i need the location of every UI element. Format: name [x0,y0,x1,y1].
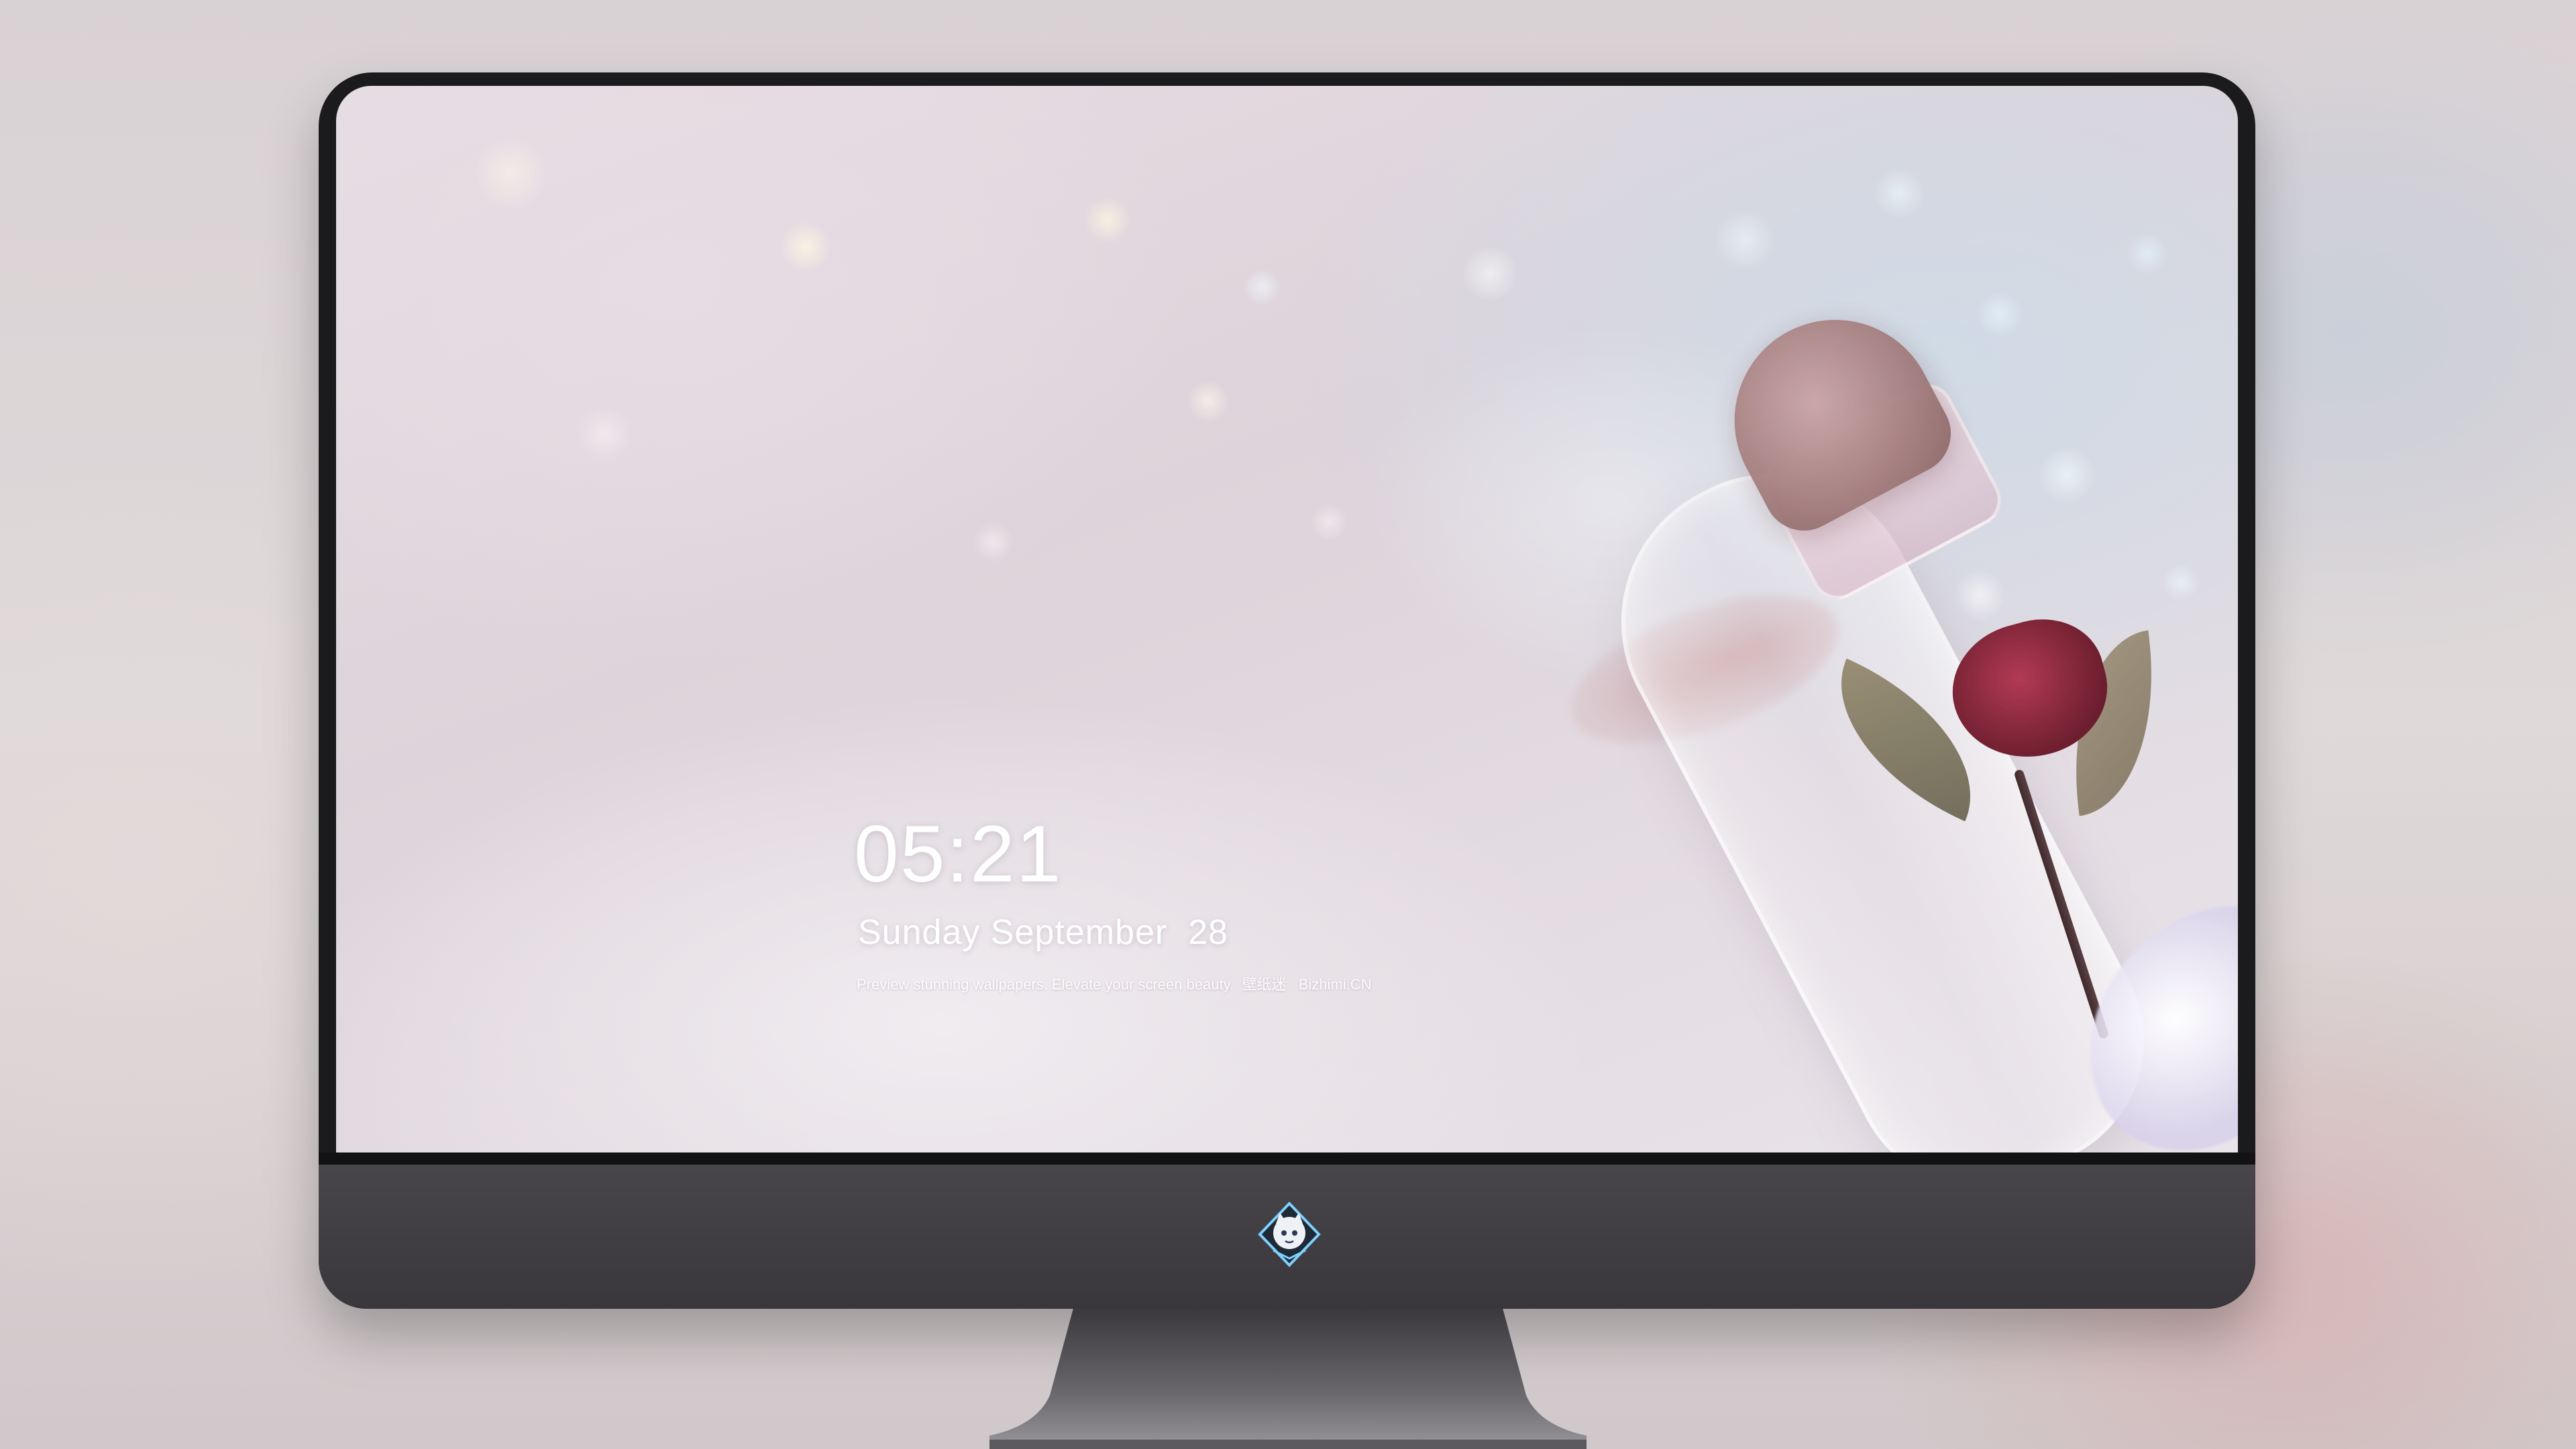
monitor-bezel-bottom [319,1152,2255,1165]
monitor: 05:21 Sunday September 28 Preview stunni… [319,72,2255,1309]
lockscreen-tagline: Preview stunning wallpapers. Elevate you… [857,976,1372,993]
monitor-stand [989,1308,1587,1449]
wallpaper-bottle-illustration [1443,260,2238,1152]
mascot-logo-icon [1254,1199,1324,1269]
lockscreen-time: 05:21 [854,809,1063,899]
lockscreen-date: Sunday September 28 [858,913,1228,952]
desktop-screen: 05:21 Sunday September 28 Preview stunni… [336,86,2238,1152]
